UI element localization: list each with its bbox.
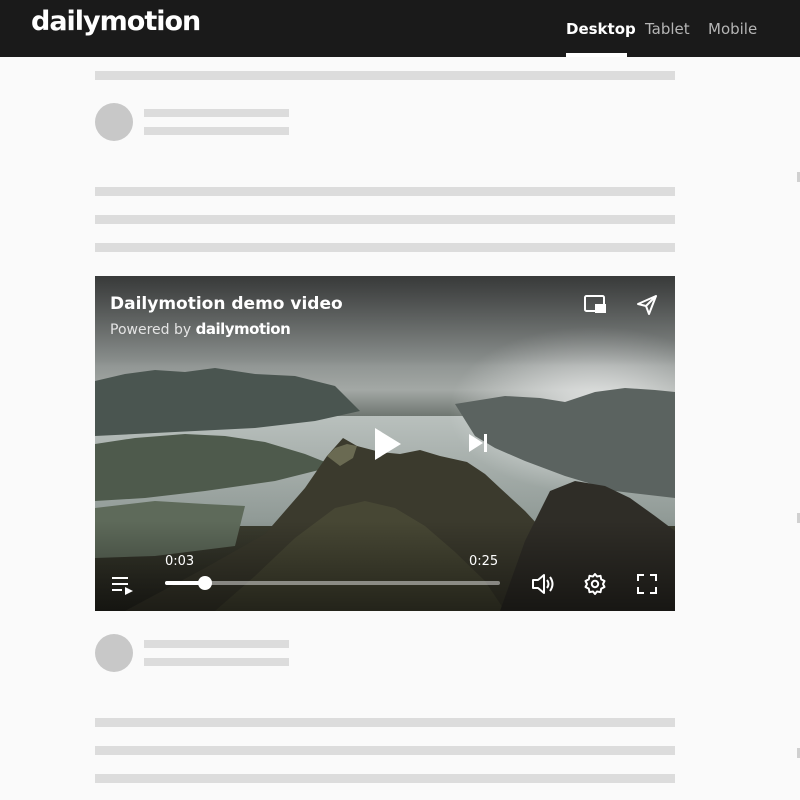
skeleton-line [95, 718, 675, 727]
settings-icon[interactable] [583, 572, 607, 596]
powered-by-text: Powered by [110, 322, 192, 338]
skeleton-line [95, 746, 675, 755]
video-player[interactable]: Dailymotion demo video Powered by dailym… [95, 276, 675, 611]
skeleton-line [144, 640, 289, 648]
skeleton-line [95, 215, 675, 224]
skeleton-line [95, 243, 675, 252]
picture-in-picture-icon[interactable] [583, 294, 609, 316]
top-bar: dailymotion Desktop Tablet Mobile [0, 0, 800, 57]
duration: 0:25 [469, 554, 499, 569]
skeleton-line [95, 774, 675, 783]
fullscreen-icon[interactable] [636, 573, 658, 595]
skeleton-line [95, 187, 675, 196]
progress-bar[interactable] [165, 576, 500, 590]
skeleton-line [144, 109, 289, 117]
powered-by-brand[interactable]: dailymotion [196, 320, 291, 338]
powered-by-label: Powered by dailymotion [110, 320, 291, 338]
skeleton-avatar [95, 103, 133, 141]
volume-icon[interactable] [531, 572, 557, 596]
video-title[interactable]: Dailymotion demo video [110, 294, 343, 314]
skeleton-line [144, 658, 289, 666]
skeleton-line [144, 127, 289, 135]
play-icon[interactable] [369, 426, 403, 462]
active-tab-indicator [566, 53, 627, 57]
dailymotion-logo[interactable]: dailymotion [31, 6, 201, 37]
skeleton-line [95, 71, 675, 80]
tab-desktop[interactable]: Desktop [566, 20, 636, 38]
next-icon[interactable] [467, 432, 489, 454]
tab-tablet[interactable]: Tablet [645, 20, 690, 38]
share-icon[interactable] [635, 293, 659, 317]
current-time: 0:03 [165, 554, 195, 569]
progress-handle[interactable] [198, 576, 212, 590]
skeleton-avatar [95, 634, 133, 672]
playlist-icon[interactable] [111, 574, 135, 596]
tab-mobile[interactable]: Mobile [708, 20, 757, 38]
